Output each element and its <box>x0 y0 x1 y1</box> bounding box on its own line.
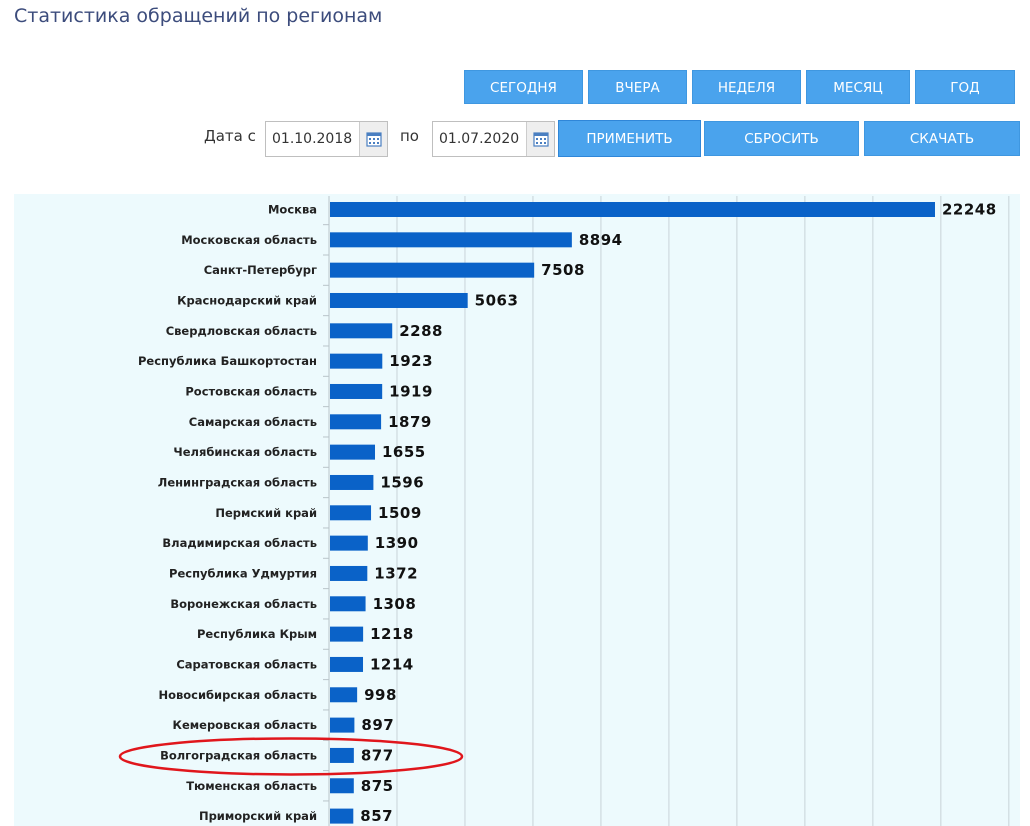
bar[interactable] <box>330 353 383 369</box>
value-label: 897 <box>361 716 394 734</box>
value-label: 877 <box>361 746 394 764</box>
bar[interactable] <box>330 747 354 763</box>
bar[interactable] <box>330 262 535 278</box>
date-to-label: по <box>400 127 419 145</box>
region-label: Приморский край <box>199 809 317 823</box>
region-label: Пермский край <box>215 506 317 520</box>
date-from-label: Дата с <box>204 127 256 145</box>
bar[interactable] <box>330 383 383 399</box>
region-label: Республика Башкортостан <box>138 354 317 368</box>
bar[interactable] <box>330 596 366 612</box>
value-label: 1214 <box>370 655 414 673</box>
value-label: 1919 <box>389 382 433 400</box>
region-label: Самарская область <box>189 415 317 429</box>
region-label: Свердловская область <box>166 324 317 338</box>
page-title: Статистика обращений по регионам <box>14 5 383 27</box>
regions-bar-chart: Москва 22248 Московская область 8894 Санкт-П… <box>118 196 1010 826</box>
value-label: 998 <box>364 686 397 704</box>
bar[interactable] <box>330 565 368 581</box>
calendar-icon <box>533 132 549 147</box>
bar[interactable] <box>330 414 382 430</box>
period-week-button[interactable]: НЕДЕЛЯ <box>692 70 801 104</box>
bar[interactable] <box>330 656 364 672</box>
value-label: 1879 <box>388 413 432 431</box>
region-label: Воронежская область <box>170 597 317 611</box>
period-month-button[interactable]: МЕСЯЦ <box>806 70 910 104</box>
value-label: 1372 <box>374 564 418 582</box>
region-label: Тюменская область <box>186 779 317 793</box>
bar[interactable] <box>330 717 355 733</box>
value-label: 8894 <box>579 231 623 249</box>
bar[interactable] <box>330 292 468 308</box>
region-label: Республика Удмуртия <box>169 566 317 580</box>
bar[interactable] <box>330 202 935 217</box>
apply-button[interactable]: ПРИМЕНИТЬ <box>558 120 701 157</box>
date-from-input[interactable] <box>266 122 358 156</box>
bar[interactable] <box>330 505 372 521</box>
region-label: Республика Крым <box>197 627 317 641</box>
bar[interactable] <box>330 474 374 490</box>
value-label: 5063 <box>475 291 519 309</box>
period-yesterday-button[interactable]: ВЧЕРА <box>588 70 687 104</box>
date-from-calendar-button[interactable] <box>359 122 387 156</box>
value-label: 1509 <box>378 504 422 522</box>
value-label: 1218 <box>370 625 414 643</box>
period-today-button[interactable]: СЕГОДНЯ <box>464 70 583 104</box>
region-label: Москва <box>268 203 317 217</box>
bar[interactable] <box>330 535 368 551</box>
bar[interactable] <box>330 232 572 248</box>
value-label: 875 <box>361 777 394 795</box>
bar[interactable] <box>330 687 358 703</box>
value-label: 1655 <box>382 443 426 461</box>
value-label: 1596 <box>380 473 424 491</box>
value-label: 1923 <box>389 352 433 370</box>
region-label: Новосибирская область <box>158 688 317 702</box>
period-year-button[interactable]: ГОД <box>915 70 1015 104</box>
region-label: Московская область <box>181 233 317 247</box>
date-to-field[interactable] <box>432 121 555 157</box>
value-label: 22248 <box>942 201 997 219</box>
download-button[interactable]: СКАЧАТЬ <box>864 121 1020 156</box>
date-to-input[interactable] <box>433 122 525 156</box>
date-from-field[interactable] <box>265 121 388 157</box>
bar[interactable] <box>330 626 364 642</box>
bar[interactable] <box>330 808 354 824</box>
bar[interactable] <box>330 323 393 339</box>
value-label: 1308 <box>373 595 417 613</box>
bar[interactable] <box>330 444 376 460</box>
region-label: Санкт-Петербург <box>204 263 317 277</box>
region-label: Челябинская область <box>173 445 317 459</box>
value-label: 7508 <box>541 261 585 279</box>
value-label: 1390 <box>375 534 419 552</box>
region-label: Кемеровская область <box>173 718 317 732</box>
region-label: Ленинградская область <box>158 475 317 489</box>
region-label: Волгоградская область <box>160 748 317 762</box>
region-label: Владимирская область <box>162 536 317 550</box>
region-label: Саратовская область <box>176 657 317 671</box>
region-label: Ростовская область <box>185 384 317 398</box>
value-label: 857 <box>360 807 393 825</box>
value-label: 2288 <box>399 322 443 340</box>
bar[interactable] <box>330 778 354 794</box>
reset-button[interactable]: СБРОСИТЬ <box>704 121 859 156</box>
date-to-calendar-button[interactable] <box>526 122 554 156</box>
calendar-icon <box>366 132 382 147</box>
region-label: Краснодарский край <box>177 293 317 307</box>
